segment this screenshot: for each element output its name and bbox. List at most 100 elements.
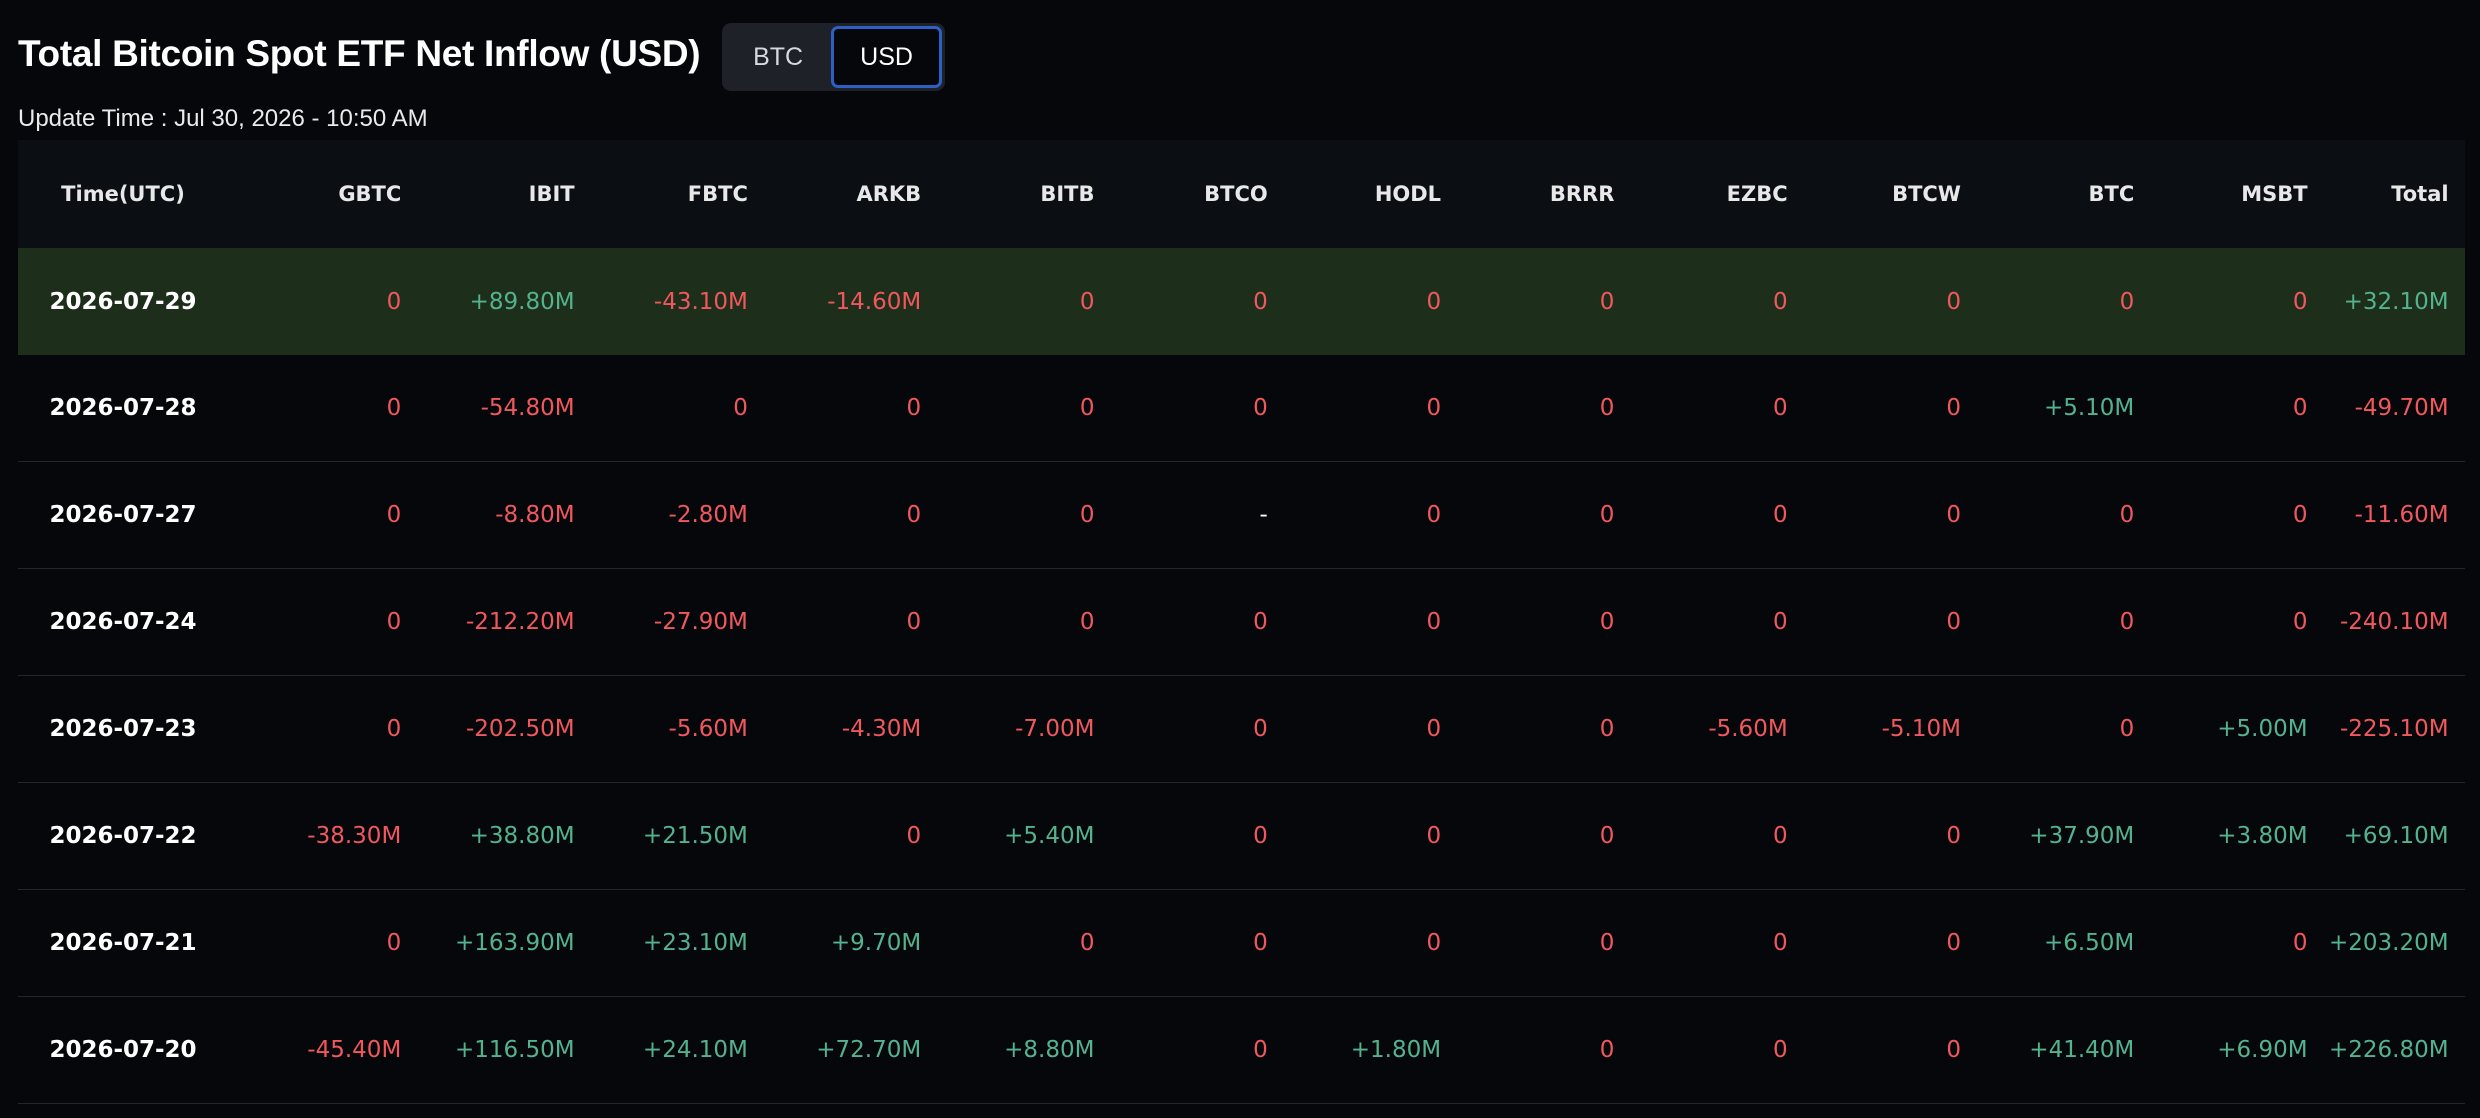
row-value-ezbc: 0	[1773, 609, 1788, 635]
row-value-gbtc: 0	[386, 395, 402, 421]
column-header-total: Total	[2391, 182, 2449, 206]
row-value-hodl: +1.80M	[1350, 1037, 1442, 1063]
row-value-hodl: 0	[1426, 823, 1442, 849]
row-value-bitb: +8.80M	[1004, 1037, 1095, 1063]
row-value-ibit: +89.80M	[469, 288, 575, 315]
row-value-msbt: 0	[2292, 395, 2308, 421]
row-value-btcw: 0	[1946, 823, 1961, 849]
row-value-ezbc: 0	[1773, 930, 1788, 956]
row-value-msbt: 0	[2292, 609, 2308, 635]
row-value-ibit: +116.50M	[455, 1037, 575, 1063]
row-value-btcw: 0	[1946, 395, 1961, 421]
row-value-btcw: 0	[1946, 930, 1961, 956]
row-value-arkb: 0	[906, 823, 922, 849]
row-date: 2026-07-29	[49, 288, 197, 315]
table-row: 2026-07-21 0 +163.90M +23.10M +9.70M 0 0 0 0 0 0 +6…	[18, 890, 2465, 997]
row-value-btc: 0	[2119, 288, 2135, 315]
row-total: +226.80M	[2328, 1037, 2449, 1063]
table-row: 2026-07-24 0 -212.20M -27.90M 0 0 0 0 0 0 0 0 0 -240.…	[18, 569, 2465, 676]
row-value-fbtc: -2.80M	[668, 502, 748, 528]
row-value-btc: 0	[2119, 716, 2135, 742]
column-header-gbtc: GBTC	[338, 182, 402, 206]
table-row: 2026-07-29 0 +89.80M -43.10M -14.60M 0 0 0 0 0 0 0 0…	[18, 248, 2465, 355]
row-value-hodl: 0	[1426, 288, 1442, 315]
row-value-brrr: 0	[1599, 716, 1615, 742]
row-value-ibit: +163.90M	[455, 930, 575, 956]
row-value-ezbc: 0	[1773, 1037, 1788, 1063]
column-header-hodl: HODL	[1374, 182, 1442, 206]
row-value-btco: -	[1259, 502, 1268, 528]
column-header-btcw: BTCW	[1892, 182, 1961, 206]
row-value-bitb: 0	[1079, 502, 1095, 528]
column-header-brrr: BRRR	[1549, 182, 1615, 206]
row-value-btco: 0	[1253, 930, 1268, 956]
row-total: +203.20M	[2328, 930, 2449, 956]
row-value-brrr: 0	[1599, 609, 1615, 635]
row-value-gbtc: 0	[386, 288, 402, 315]
row-value-btc: +41.40M	[2029, 1037, 2135, 1063]
row-value-msbt: 0	[2292, 502, 2308, 528]
column-header-time-utc: Time(UTC)	[61, 182, 185, 206]
row-value-btcw: 0	[1946, 1037, 1961, 1063]
row-value-gbtc: -38.30M	[307, 823, 402, 849]
column-header-arkb: ARKB	[856, 182, 922, 206]
row-value-ezbc: 0	[1773, 395, 1788, 421]
row-value-btcw: 0	[1946, 288, 1961, 315]
page-header: Total Bitcoin Spot ETF Net Inflow (USD) …	[18, 0, 2462, 91]
row-value-brrr: 0	[1599, 395, 1615, 421]
row-value-arkb: 0	[906, 395, 922, 421]
row-value-btc: +37.90M	[2029, 823, 2135, 849]
row-value-fbtc: -27.90M	[653, 609, 748, 635]
row-total: -240.10M	[2339, 609, 2449, 635]
etf-inflow-page: Total Bitcoin Spot ETF Net Inflow (USD) …	[0, 0, 2480, 1118]
row-value-btc: 0	[2119, 502, 2135, 528]
table-header: Time(UTC) GBTC IBIT FBTC ARKB BITB BTCO HODL BRR…	[18, 140, 2465, 248]
column-header-btco: BTCO	[1204, 182, 1268, 206]
row-value-msbt: 0	[2292, 930, 2308, 956]
column-header-msbt: MSBT	[2241, 182, 2308, 206]
row-value-ibit: -202.50M	[465, 716, 575, 742]
row-value-fbtc: +21.50M	[642, 823, 748, 849]
row-value-hodl: 0	[1426, 502, 1442, 528]
table-row: 2026-07-23 0 -202.50M -5.60M -4.30M -7.00M 0 0 0…	[18, 676, 2465, 783]
row-value-btcw: -5.10M	[1881, 716, 1961, 742]
column-header-btc: BTC	[2088, 182, 2135, 206]
row-value-gbtc: 0	[386, 609, 402, 635]
row-value-hodl: 0	[1426, 609, 1442, 635]
row-value-fbtc: +23.10M	[642, 930, 748, 956]
row-value-ezbc: 0	[1773, 288, 1788, 315]
row-value-hodl: 0	[1426, 395, 1442, 421]
row-date: 2026-07-27	[49, 502, 197, 528]
row-date: 2026-07-28	[49, 395, 197, 421]
row-value-btco: 0	[1253, 609, 1268, 635]
row-total: +69.10M	[2343, 823, 2449, 849]
row-value-btco: 0	[1253, 288, 1268, 315]
row-value-bitb: 0	[1079, 288, 1095, 315]
row-value-bitb: -7.00M	[1015, 716, 1095, 742]
row-value-brrr: 0	[1599, 1037, 1615, 1063]
row-value-btcw: 0	[1946, 609, 1961, 635]
row-date: 2026-07-23	[49, 716, 197, 742]
row-value-arkb: -4.30M	[841, 716, 922, 742]
row-value-arkb: -14.60M	[827, 288, 922, 315]
row-total: +32.10M	[2343, 288, 2449, 315]
row-value-brrr: 0	[1599, 930, 1615, 956]
row-value-ezbc: -5.60M	[1708, 716, 1788, 742]
row-value-msbt: 0	[2292, 288, 2308, 315]
table-row: 2026-07-20 -45.40M +116.50M +24.10M +72.70M +…	[18, 997, 2465, 1104]
row-value-btc: 0	[2119, 609, 2135, 635]
row-value-bitb: +5.40M	[1004, 823, 1095, 849]
unit-toggle: BTC USD	[722, 23, 946, 91]
toggle-btc-button[interactable]: BTC	[725, 26, 831, 88]
row-value-btco: 0	[1253, 395, 1268, 421]
row-value-gbtc: 0	[386, 502, 402, 528]
column-header-bitb: BITB	[1040, 182, 1095, 206]
row-value-bitb: 0	[1079, 930, 1095, 956]
row-total: -49.70M	[2354, 395, 2449, 421]
row-value-brrr: 0	[1599, 288, 1615, 315]
toggle-usd-button[interactable]: USD	[830, 26, 943, 88]
row-value-fbtc: +24.10M	[642, 1037, 748, 1063]
row-value-arkb: +72.70M	[816, 1037, 922, 1063]
column-header-fbtc: FBTC	[687, 182, 748, 206]
table-body: 2026-07-29 0 +89.80M -43.10M -14.60M 0 0 0 0 0 0 0 0…	[18, 248, 2465, 1104]
